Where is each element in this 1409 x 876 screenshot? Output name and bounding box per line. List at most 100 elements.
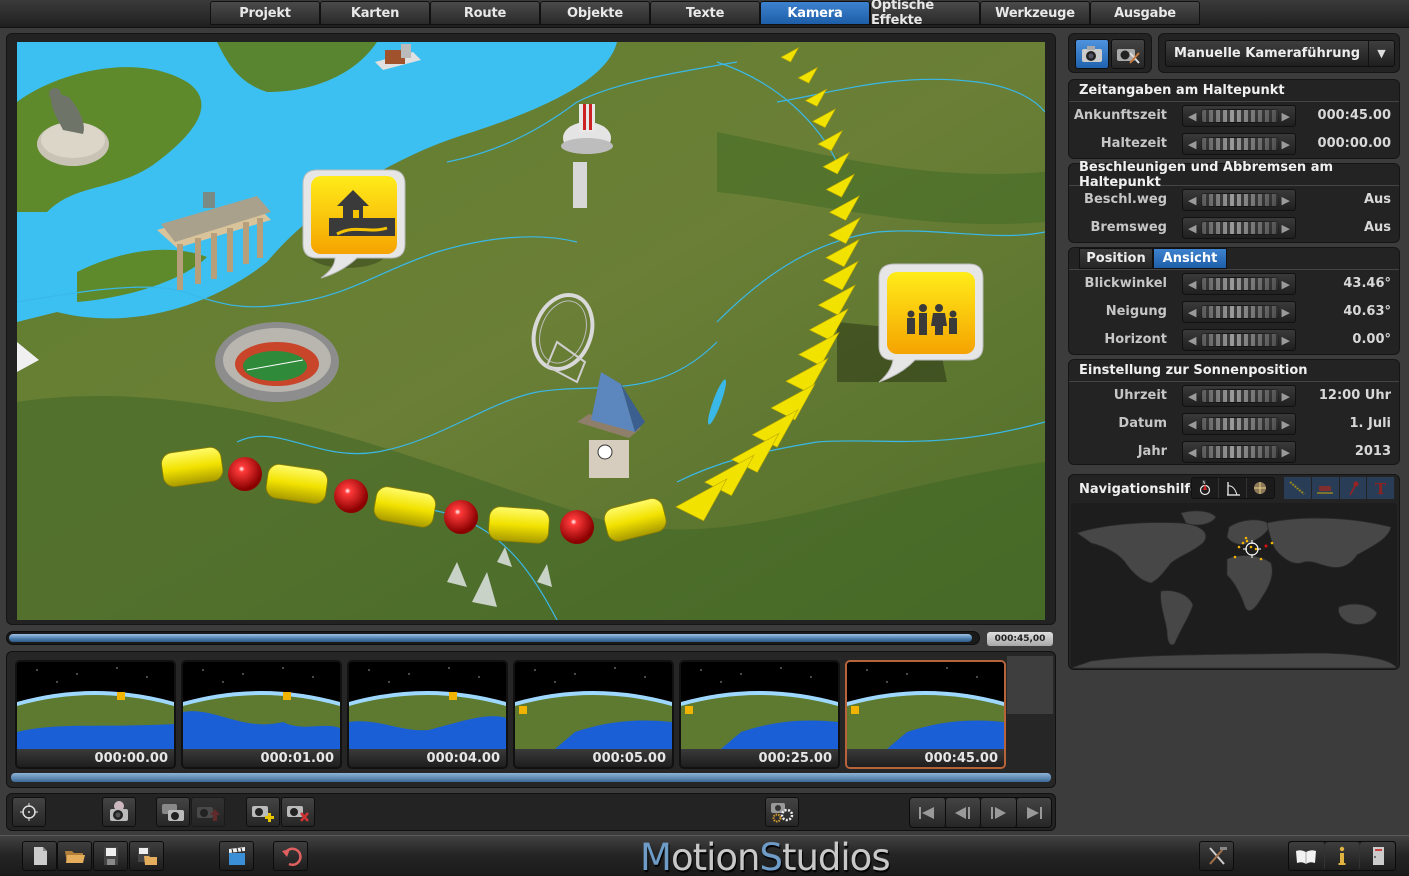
- open-folder-button[interactable]: [57, 841, 92, 871]
- timeline-progress-track[interactable]: [6, 631, 980, 645]
- save-button[interactable]: [93, 841, 128, 871]
- tab-texte[interactable]: Texte: [650, 1, 760, 25]
- route-line-layer-button[interactable]: [1284, 477, 1311, 499]
- keyframe-thumbnail[interactable]: 000:05.00: [513, 660, 674, 769]
- camera-settings-button[interactable]: [765, 797, 799, 827]
- scroll-wheel-slider[interactable]: [1201, 417, 1279, 431]
- increment-arrow-icon[interactable]: ▶: [1282, 194, 1290, 207]
- manual-button[interactable]: [1289, 842, 1325, 870]
- decrement-arrow-icon[interactable]: ◀: [1188, 306, 1196, 319]
- scroll-wheel-slider[interactable]: [1201, 389, 1279, 403]
- camera-toolbar: [6, 793, 1056, 831]
- scroll-wheel-slider[interactable]: [1201, 109, 1279, 123]
- skip-end-button[interactable]: [1016, 798, 1051, 827]
- keyframe-thumbnail[interactable]: 000:01.00: [181, 660, 342, 769]
- subtab-ansicht[interactable]: Ansicht: [1153, 248, 1227, 269]
- value-spinner[interactable]: ◀ ▶: [1182, 301, 1296, 323]
- route-waypoint[interactable]: [560, 510, 594, 544]
- camera-edit-mode-button[interactable]: [1111, 39, 1145, 69]
- info-button[interactable]: [1324, 842, 1361, 870]
- increment-arrow-icon[interactable]: ▶: [1282, 110, 1290, 123]
- map-viewport[interactable]: [17, 42, 1045, 620]
- pin-layer-button[interactable]: [1339, 477, 1367, 499]
- tab-optische-effekte[interactable]: Optische Effekte: [870, 0, 980, 28]
- value-spinner[interactable]: ◀ ▶: [1182, 441, 1296, 463]
- scroll-wheel-slider[interactable]: [1201, 137, 1279, 151]
- step-back-button[interactable]: [945, 798, 981, 827]
- decrement-arrow-icon[interactable]: ◀: [1188, 222, 1196, 235]
- tab-kamera[interactable]: Kamera: [760, 1, 870, 25]
- subtab-position[interactable]: Position: [1079, 248, 1153, 269]
- value-spinner[interactable]: ◀ ▶: [1182, 189, 1296, 211]
- decrement-arrow-icon[interactable]: ◀: [1188, 390, 1196, 403]
- text-layer-button[interactable]: T: [1367, 477, 1394, 499]
- undo-button[interactable]: [273, 841, 308, 871]
- increment-arrow-icon[interactable]: ▶: [1282, 334, 1290, 347]
- tab-karten[interactable]: Karten: [320, 1, 430, 25]
- value-spinner[interactable]: ◀ ▶: [1182, 273, 1296, 295]
- tab-objekte[interactable]: Objekte: [540, 1, 650, 25]
- value-spinner[interactable]: ◀ ▶: [1182, 413, 1296, 435]
- keyframe-thumbnail[interactable]: 000:04.00: [347, 660, 508, 769]
- skip-start-button[interactable]: [910, 798, 946, 827]
- tab-werkzeuge[interactable]: Werkzeuge: [980, 1, 1090, 25]
- playback-controls: [909, 797, 1052, 828]
- value-spinner[interactable]: ◀ ▶: [1182, 329, 1296, 351]
- increment-arrow-icon[interactable]: ▶: [1282, 446, 1290, 459]
- vehicle-layer-button[interactable]: [1311, 477, 1339, 499]
- scroll-wheel-slider[interactable]: [1201, 277, 1279, 291]
- tab-projekt[interactable]: Projekt: [210, 1, 320, 25]
- scroll-wheel-slider[interactable]: [1201, 333, 1279, 347]
- target-button[interactable]: [12, 797, 46, 827]
- navigation-panel: Navigationshilfe N T: [1068, 474, 1400, 670]
- route-waypoint[interactable]: [228, 457, 262, 491]
- increment-arrow-icon[interactable]: ▶: [1282, 278, 1290, 291]
- value-spinner[interactable]: ◀ ▶: [1182, 105, 1296, 127]
- tab-route[interactable]: Route: [430, 1, 540, 25]
- decrement-arrow-icon[interactable]: ◀: [1188, 278, 1196, 291]
- compass-north-button[interactable]: N: [1192, 478, 1220, 498]
- route-waypoint[interactable]: [334, 479, 368, 513]
- camera-multi-button[interactable]: [156, 797, 190, 827]
- tab-ausgabe[interactable]: Ausgabe: [1090, 1, 1200, 25]
- angle-button[interactable]: [1219, 478, 1247, 498]
- camera-mode-select[interactable]: Manuelle Kameraführung ▼: [1165, 40, 1395, 67]
- route-waypoint[interactable]: [444, 500, 478, 534]
- decrement-arrow-icon[interactable]: ◀: [1188, 194, 1196, 207]
- increment-arrow-icon[interactable]: ▶: [1282, 138, 1290, 151]
- keyframe-thumbnail[interactable]: 000:45.00: [845, 660, 1006, 769]
- camera-delete-button[interactable]: [281, 797, 315, 827]
- camera-up-button[interactable]: [191, 797, 225, 827]
- render-video-button[interactable]: [219, 841, 254, 871]
- decrement-arrow-icon[interactable]: ◀: [1188, 110, 1196, 123]
- globe-button[interactable]: [1247, 478, 1274, 498]
- tools-button[interactable]: [1199, 841, 1234, 871]
- value-spinner[interactable]: ◀ ▶: [1182, 217, 1296, 239]
- increment-arrow-icon[interactable]: ▶: [1282, 418, 1290, 431]
- stadium-landmark[interactable]: [215, 322, 339, 402]
- increment-arrow-icon[interactable]: ▶: [1282, 306, 1290, 319]
- camera-mode-button[interactable]: [1075, 39, 1109, 69]
- keyframe-strip-scrollbar[interactable]: [11, 773, 1051, 782]
- increment-arrow-icon[interactable]: ▶: [1282, 390, 1290, 403]
- scroll-wheel-slider[interactable]: [1201, 221, 1279, 235]
- camera-add-button[interactable]: [246, 797, 280, 827]
- increment-arrow-icon[interactable]: ▶: [1282, 222, 1290, 235]
- save-as-button[interactable]: [129, 841, 164, 871]
- decrement-arrow-icon[interactable]: ◀: [1188, 446, 1196, 459]
- step-forward-button[interactable]: [981, 798, 1017, 827]
- keyframe-thumbnail[interactable]: 000:25.00: [679, 660, 840, 769]
- scroll-wheel-slider[interactable]: [1201, 305, 1279, 319]
- new-file-button[interactable]: [22, 841, 57, 871]
- camera-flash-button[interactable]: [102, 797, 136, 827]
- scroll-wheel-slider[interactable]: [1201, 445, 1279, 459]
- keyframe-thumbnail[interactable]: 000:00.00: [15, 660, 176, 769]
- value-spinner[interactable]: ◀ ▶: [1182, 385, 1296, 407]
- decrement-arrow-icon[interactable]: ◀: [1188, 138, 1196, 151]
- decrement-arrow-icon[interactable]: ◀: [1188, 418, 1196, 431]
- scroll-wheel-slider[interactable]: [1201, 193, 1279, 207]
- exit-button[interactable]: [1360, 842, 1396, 870]
- value-spinner[interactable]: ◀ ▶: [1182, 133, 1296, 155]
- decrement-arrow-icon[interactable]: ◀: [1188, 334, 1196, 347]
- world-overview-map[interactable]: [1071, 503, 1397, 668]
